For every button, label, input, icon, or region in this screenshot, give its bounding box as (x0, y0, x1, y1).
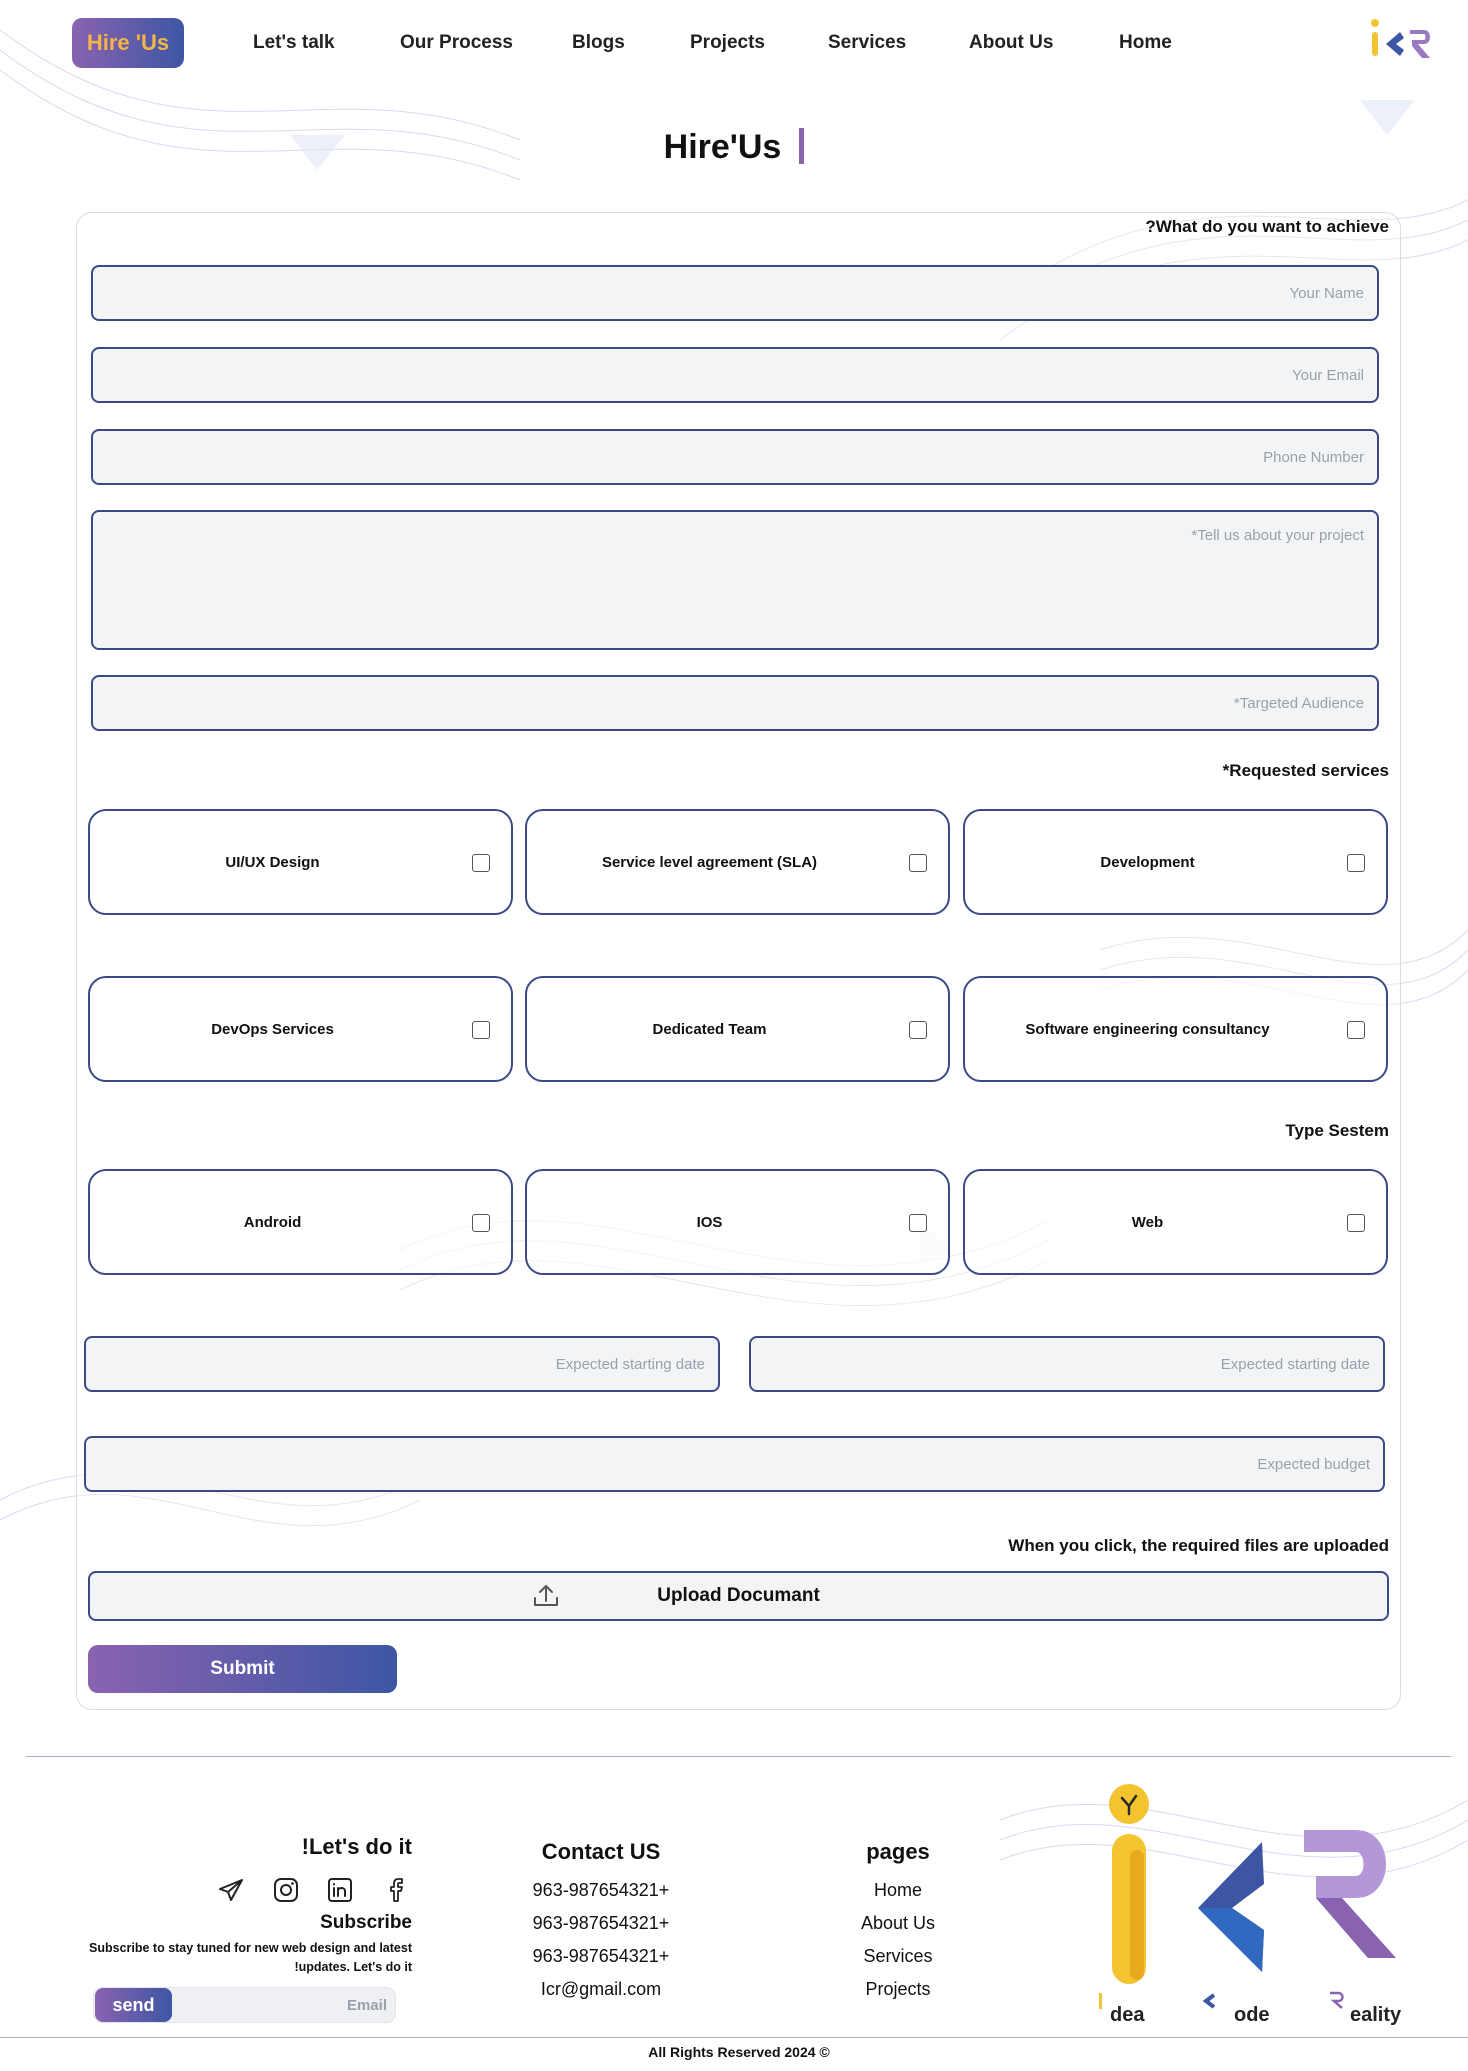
service-option-sla[interactable]: Service level agreement (SLA) (525, 809, 950, 915)
system-option-android[interactable]: Android (88, 1169, 513, 1275)
logo-caption-reality: eality (1350, 2004, 1402, 2026)
facebook-icon[interactable] (384, 1876, 412, 1904)
upload-document-label: Upload Documant (657, 1585, 820, 1606)
copyright-divider (0, 2037, 1468, 2038)
nav-link-home[interactable]: Home (1119, 32, 1172, 54)
service-checkbox[interactable] (472, 1021, 490, 1039)
system-option-web[interactable]: Web (963, 1169, 1388, 1275)
footer-link-services[interactable]: Services (818, 1946, 978, 1967)
upload-document-button[interactable]: Upload Documant (88, 1571, 1389, 1621)
start-date-input[interactable] (84, 1336, 720, 1392)
footer-link-home[interactable]: Home (818, 1880, 978, 1901)
budget-input[interactable] (84, 1436, 1385, 1492)
achieve-label: ?What do you want to achieve (1145, 217, 1389, 236)
submit-button[interactable]: Submit (88, 1645, 397, 1693)
service-option-label: Service level agreement (SLA) (601, 853, 818, 871)
system-option-label: Web (1131, 1213, 1164, 1231)
service-option-label: Software engineering consultancy (1025, 1020, 1270, 1038)
service-checkbox[interactable] (1347, 1021, 1365, 1039)
phone-input[interactable] (91, 429, 1379, 485)
nav-link-our-process[interactable]: Our Process (400, 32, 513, 54)
nav-link-lets-talk[interactable]: Let's talk (253, 32, 335, 54)
nav-link-services[interactable]: Services (828, 32, 906, 54)
service-option-label: DevOps Services (211, 1020, 334, 1038)
service-option-label: Dedicated Team (652, 1020, 767, 1038)
contact-phone: 963-987654321+ (532, 1913, 670, 1933)
service-checkbox[interactable] (909, 1021, 927, 1039)
telegram-icon[interactable] (217, 1876, 245, 1904)
send-button[interactable]: send (95, 1988, 172, 2022)
footer-link-about-us[interactable]: About Us (818, 1913, 978, 1934)
service-checkbox[interactable] (1347, 854, 1365, 872)
footer-link-projects[interactable]: Projects (818, 1979, 978, 2000)
page-title: Hire'Us (0, 128, 1468, 167)
system-checkbox[interactable] (1347, 1214, 1365, 1232)
service-option-label: UI/UX Design (225, 853, 320, 871)
contact-phone: 963-987654321+ (532, 1946, 670, 1966)
service-checkbox[interactable] (909, 854, 927, 872)
email-input[interactable] (91, 347, 1379, 403)
service-option-software-consultancy[interactable]: Software engineering consultancy (963, 976, 1388, 1082)
contact-phone: 963-987654321+ (532, 1880, 670, 1900)
nav-link-about-us[interactable]: About Us (969, 32, 1053, 54)
system-option-label: Android (243, 1213, 302, 1231)
system-option-ios[interactable]: IOS (525, 1169, 950, 1275)
subscribe-email-input[interactable] (175, 1989, 387, 2021)
project-description-textarea[interactable] (91, 510, 1379, 650)
start-date-input-2[interactable] (749, 1336, 1385, 1392)
system-option-label: IOS (696, 1213, 723, 1231)
brand-logo[interactable] (1366, 16, 1436, 72)
system-checkbox[interactable] (909, 1214, 927, 1232)
service-option-development[interactable]: Development (963, 809, 1388, 915)
footer-brand-logo (1099, 1784, 1396, 2009)
service-option-label: Development (1100, 853, 1195, 871)
service-checkbox[interactable] (472, 854, 490, 872)
lets-do-it-heading: !Let's do it (301, 1834, 412, 1859)
footer-divider (26, 1756, 1451, 1757)
service-option-dedicated-team[interactable]: Dedicated Team (525, 976, 950, 1082)
nav-link-blogs[interactable]: Blogs (572, 32, 625, 54)
pages-heading: pages (866, 1839, 930, 1864)
subscribe-description: Subscribe to stay tuned for new web desi… (89, 1941, 412, 1974)
service-option-devops[interactable]: DevOps Services (88, 976, 513, 1082)
upload-note: When you click, the required files are u… (1008, 1536, 1389, 1555)
logo-caption-idea: dea (1110, 2004, 1145, 2026)
hire-us-button[interactable]: Hire 'Us (72, 18, 184, 68)
name-input[interactable] (91, 265, 1379, 321)
system-checkbox[interactable] (472, 1214, 490, 1232)
requested-services-label: *Requested services (1222, 761, 1389, 780)
targeted-audience-input[interactable] (91, 675, 1379, 731)
copyright-text: All Rights Reserved 2024 © (648, 2044, 830, 2060)
service-option-ui-ux-design[interactable]: UI/UX Design (88, 809, 513, 915)
system-type-label: Type Sestem (1285, 1121, 1389, 1140)
subscribe-heading: Subscribe (320, 1912, 412, 1933)
title-accent-bar (799, 128, 805, 164)
linkedin-icon[interactable] (326, 1876, 354, 1904)
logo-caption-code: ode (1234, 2004, 1270, 2026)
nav-link-projects[interactable]: Projects (690, 32, 765, 54)
contact-email[interactable]: Icr@gmail.com (501, 1979, 701, 2000)
contact-heading: Contact US (541, 1839, 661, 1864)
instagram-icon[interactable] (272, 1876, 300, 1904)
